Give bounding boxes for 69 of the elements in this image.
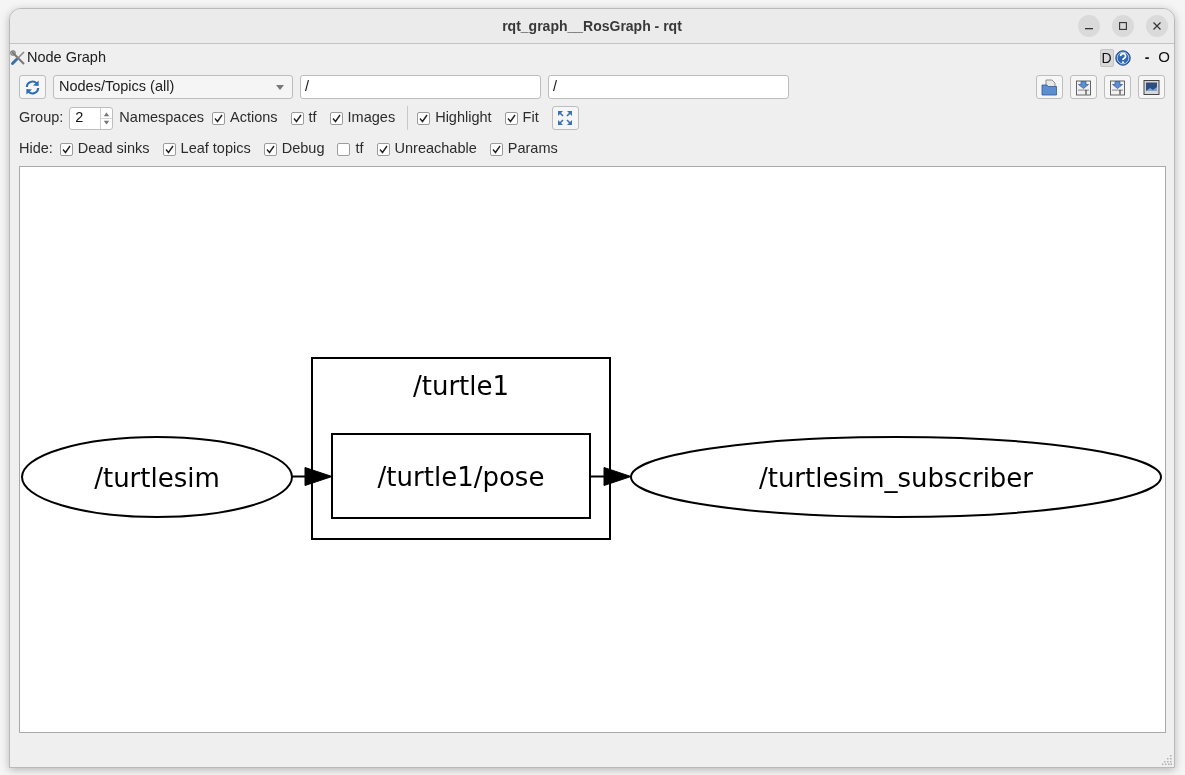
fit-view-button[interactable] (551, 106, 579, 130)
toolbar-button[interactable] (1138, 75, 1165, 99)
dock-button[interactable]: D (1099, 48, 1114, 67)
checkmark-icon (213, 113, 223, 123)
maximize-button[interactable] (1112, 15, 1134, 37)
graph-node: /turtlesim (21, 436, 293, 518)
hide-label: Hide: (19, 139, 53, 159)
close-icon (1153, 22, 1161, 30)
resize-grip-icon[interactable] (1162, 755, 1172, 765)
graph-topic: /turtle1/pose (331, 433, 591, 519)
checkbox-label: Debug (281, 139, 325, 159)
refresh-icon (24, 78, 41, 96)
toolbar-button[interactable] (1036, 75, 1063, 99)
window-title: rqt_graph__RosGraph - rqt (502, 16, 682, 36)
checkbox[interactable] (376, 142, 390, 156)
minimize-icon (1085, 28, 1093, 30)
download-icon (1109, 78, 1126, 96)
checkmark-icon (506, 113, 516, 123)
checkbox[interactable] (162, 142, 176, 156)
checkmark-icon (419, 113, 429, 123)
close-button[interactable] (1146, 15, 1168, 37)
checkbox-label: Dead sinks (77, 139, 150, 159)
input-field[interactable]: / (548, 75, 789, 99)
checkmark-icon (61, 144, 71, 154)
checkbox-label: Leaf topics (180, 139, 251, 159)
checkbox[interactable] (211, 111, 225, 125)
folder-icon (1041, 78, 1058, 96)
maximize-icon (1119, 22, 1127, 30)
checkmark-icon (292, 113, 302, 123)
checkbox-label: Unreachable (394, 139, 477, 159)
checkmark-icon (491, 144, 501, 154)
download-icon (1075, 78, 1092, 96)
plugin-title: Node Graph (27, 47, 106, 67)
checkbox[interactable] (59, 142, 73, 156)
group-spin-box[interactable]: 2 (69, 106, 114, 130)
image-icon (1143, 78, 1160, 96)
caret-icon (276, 84, 284, 90)
spin-arrows-icon (100, 107, 113, 129)
checkbox[interactable] (504, 111, 518, 125)
graph-node: /turtlesim_subscriber (630, 436, 1162, 518)
checkbox-label: Actions (229, 108, 278, 128)
checkbox[interactable] (417, 111, 431, 125)
checkmark-icon (378, 144, 388, 154)
checkbox-label: tf (308, 108, 317, 128)
checkmark-icon (164, 144, 174, 154)
minimize-dock-label[interactable]: - (1144, 47, 1150, 68)
group-label: Group: (19, 108, 64, 128)
checkmark-icon (265, 144, 275, 154)
graph-type-dropdown[interactable]: Nodes/Topics (all) (53, 75, 293, 99)
checkbox[interactable] (263, 142, 277, 156)
checkbox[interactable] (337, 142, 351, 156)
toolbar-button[interactable] (1070, 75, 1097, 99)
checkbox[interactable] (329, 111, 343, 125)
checkbox[interactable] (290, 111, 304, 125)
close-dock-label[interactable]: O (1158, 46, 1170, 69)
checkbox[interactable] (489, 142, 503, 156)
checkbox-label: Highlight (435, 108, 492, 128)
input-field[interactable]: / (300, 75, 541, 99)
toolbar-button[interactable] (1104, 75, 1131, 99)
help-icon[interactable] (1114, 49, 1131, 66)
checkbox-label: Fit (522, 108, 539, 128)
checkbox-label: Params (507, 139, 558, 159)
checkmark-icon (331, 113, 341, 123)
expand-arrows-icon (557, 110, 574, 126)
refresh-button[interactable] (19, 75, 46, 99)
checkbox-label: Images (347, 108, 396, 128)
group-unit-label: Namespaces (119, 108, 204, 128)
tools-icon (10, 49, 26, 66)
checkbox-label: tf (355, 139, 364, 159)
